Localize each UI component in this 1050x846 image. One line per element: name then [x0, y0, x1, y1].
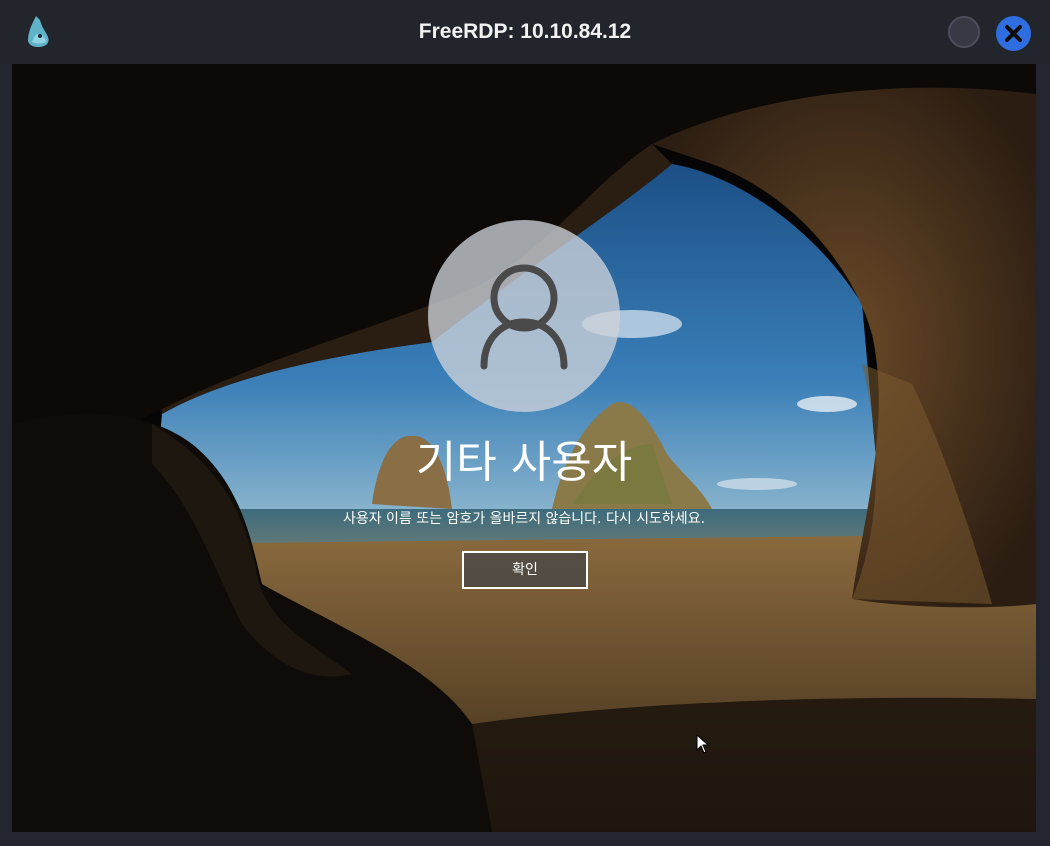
- minimize-button[interactable]: [948, 16, 980, 48]
- ok-button[interactable]: 확인: [462, 551, 588, 589]
- title-bar[interactable]: FreeRDP: 10.10.84.12: [0, 0, 1050, 64]
- error-message: 사용자 이름 또는 암호가 올바르지 않습니다. 다시 시도하세요.: [342, 511, 706, 527]
- mouse-cursor-icon: [696, 734, 710, 754]
- username-label: 기타 사용자: [415, 437, 633, 488]
- remote-desktop-view[interactable]: 기타 사용자 사용자 이름 또는 암호가 올바르지 않습니다. 다시 시도하세요…: [12, 64, 1036, 832]
- window-border: [1036, 64, 1050, 846]
- close-button[interactable]: [996, 16, 1031, 51]
- close-icon: [1005, 25, 1022, 42]
- freerdp-window: FreeRDP: 10.10.84.12 기타 사용자 사용자 이름 또는 암호…: [0, 0, 1050, 846]
- user-icon: [480, 264, 568, 370]
- user-avatar: [428, 220, 620, 412]
- window-title: FreeRDP: 10.10.84.12: [418, 20, 632, 43]
